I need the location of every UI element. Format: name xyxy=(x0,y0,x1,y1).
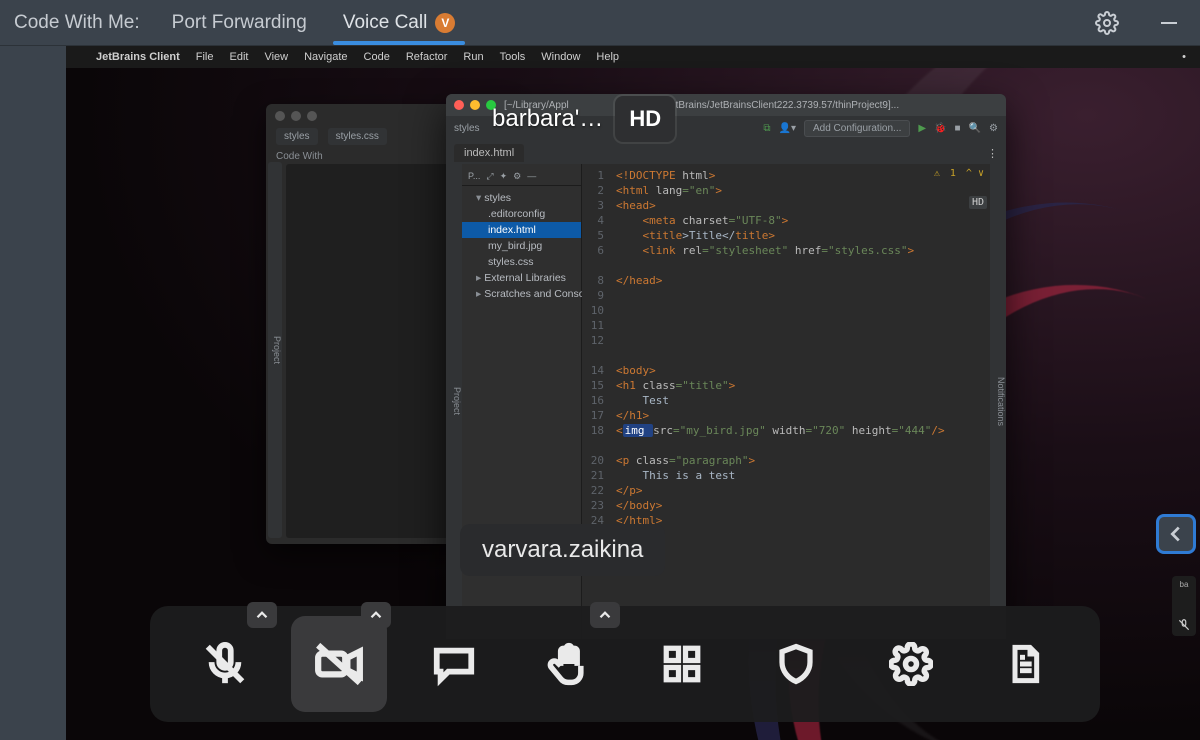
macos-menubar: JetBrains Client File Edit View Navigate… xyxy=(66,46,1200,68)
ide1-tab-a[interactable]: styles xyxy=(276,128,318,145)
peer-name: varvara.zaikina xyxy=(482,536,643,563)
voice-badge: V xyxy=(435,13,455,33)
ide1-tab-b[interactable]: styles.css xyxy=(328,128,387,145)
left-gutter xyxy=(0,46,66,740)
settings-icon[interactable] xyxy=(1090,6,1124,40)
right-tool-strip[interactable]: Notifications xyxy=(990,164,1006,639)
screen-share-stage: JetBrains Client File Edit View Navigate… xyxy=(66,46,1200,740)
mic-options-caret[interactable] xyxy=(247,602,277,628)
menu-view[interactable]: View xyxy=(264,51,288,63)
peer-name: barbara'… xyxy=(492,105,603,133)
stop-icon[interactable]: ■ xyxy=(955,123,961,134)
tree-item[interactable]: styles.css xyxy=(462,254,581,270)
inspections-widget[interactable]: ⚠ 1 ^ ∨ xyxy=(934,166,984,181)
gear-icon[interactable]: ⚙ xyxy=(989,123,998,134)
menu-navigate[interactable]: Navigate xyxy=(304,51,347,63)
mic-toggle-button[interactable] xyxy=(177,616,273,712)
run-config-selector[interactable]: Add Configuration... xyxy=(804,120,910,137)
chat-button[interactable] xyxy=(406,616,502,712)
raise-hand-button[interactable] xyxy=(520,616,616,712)
tree-ext-libs[interactable]: External Libraries xyxy=(462,270,581,286)
ide2-tabrow: index.html ⋮ xyxy=(446,140,1006,167)
tree-item-selected[interactable]: index.html xyxy=(462,222,581,238)
reactions-caret[interactable] xyxy=(590,602,620,628)
menu-tools[interactable]: Tools xyxy=(500,51,526,63)
ide1-project-tool[interactable]: Project xyxy=(268,162,282,538)
file-tab-index[interactable]: index.html xyxy=(454,144,524,162)
window-topbar: Code With Me: Port Forwarding Voice Call… xyxy=(0,0,1200,46)
tree-scratches[interactable]: Scratches and Consoles xyxy=(462,286,581,302)
tree-root[interactable]: styles xyxy=(462,190,581,206)
menu-help[interactable]: Help xyxy=(596,51,619,63)
minimize-icon[interactable] xyxy=(1152,6,1186,40)
user-icon[interactable]: 👤▾ xyxy=(779,123,796,134)
camera-toggle-button[interactable] xyxy=(291,616,387,712)
tree-item[interactable]: .editorconfig xyxy=(462,206,581,222)
tab-port-forwarding[interactable]: Port Forwarding xyxy=(168,2,311,44)
menu-window[interactable]: Window xyxy=(541,51,580,63)
menubar-app[interactable]: JetBrains Client xyxy=(96,51,180,63)
menubar-status-icon: • xyxy=(1182,51,1186,63)
code-area[interactable]: ⚠ 1 ^ ∨ <!DOCTYPE html> <html lang="en">… xyxy=(610,164,990,639)
search-icon[interactable]: 🔍 xyxy=(969,123,981,134)
breadcrumb[interactable]: styles xyxy=(454,123,480,134)
menu-code[interactable]: Code xyxy=(364,51,390,63)
call-toolbar xyxy=(150,606,1100,722)
app-title: Code With Me: xyxy=(14,12,140,34)
document-button[interactable] xyxy=(977,616,1073,712)
tree-title: P... xyxy=(468,171,480,182)
tab-voice-call[interactable]: Voice Call V xyxy=(339,2,460,44)
hd-badge: HD xyxy=(615,96,675,142)
security-button[interactable] xyxy=(748,616,844,712)
tree-item[interactable]: my_bird.jpg xyxy=(462,238,581,254)
peer-label-bottom: varvara.zaikina xyxy=(460,524,665,576)
collapse-panel-button[interactable] xyxy=(1156,514,1196,554)
self-label: ba xyxy=(1180,580,1189,589)
menu-edit[interactable]: Edit xyxy=(229,51,248,63)
camera-options-caret[interactable] xyxy=(361,602,391,628)
menu-refactor[interactable]: Refactor xyxy=(406,51,448,63)
tile-view-button[interactable] xyxy=(634,616,730,712)
menu-file[interactable]: File xyxy=(196,51,214,63)
self-video-tile[interactable]: ba xyxy=(1172,576,1196,636)
peer-label-top: barbara'… HD xyxy=(492,96,675,142)
close-icon[interactable] xyxy=(454,100,464,110)
cwm-icon[interactable]: ⧉ xyxy=(763,123,770,134)
debug-icon[interactable]: 🐞 xyxy=(934,123,946,134)
quality-badge-small: HD xyxy=(969,196,987,209)
run-icon[interactable]: ▶ xyxy=(918,123,926,134)
minimize-icon[interactable] xyxy=(470,100,480,110)
tab-overflow-icon[interactable]: ⋮ xyxy=(987,147,998,160)
mic-muted-icon xyxy=(1177,618,1191,632)
call-settings-button[interactable] xyxy=(863,616,959,712)
menu-run[interactable]: Run xyxy=(463,51,483,63)
